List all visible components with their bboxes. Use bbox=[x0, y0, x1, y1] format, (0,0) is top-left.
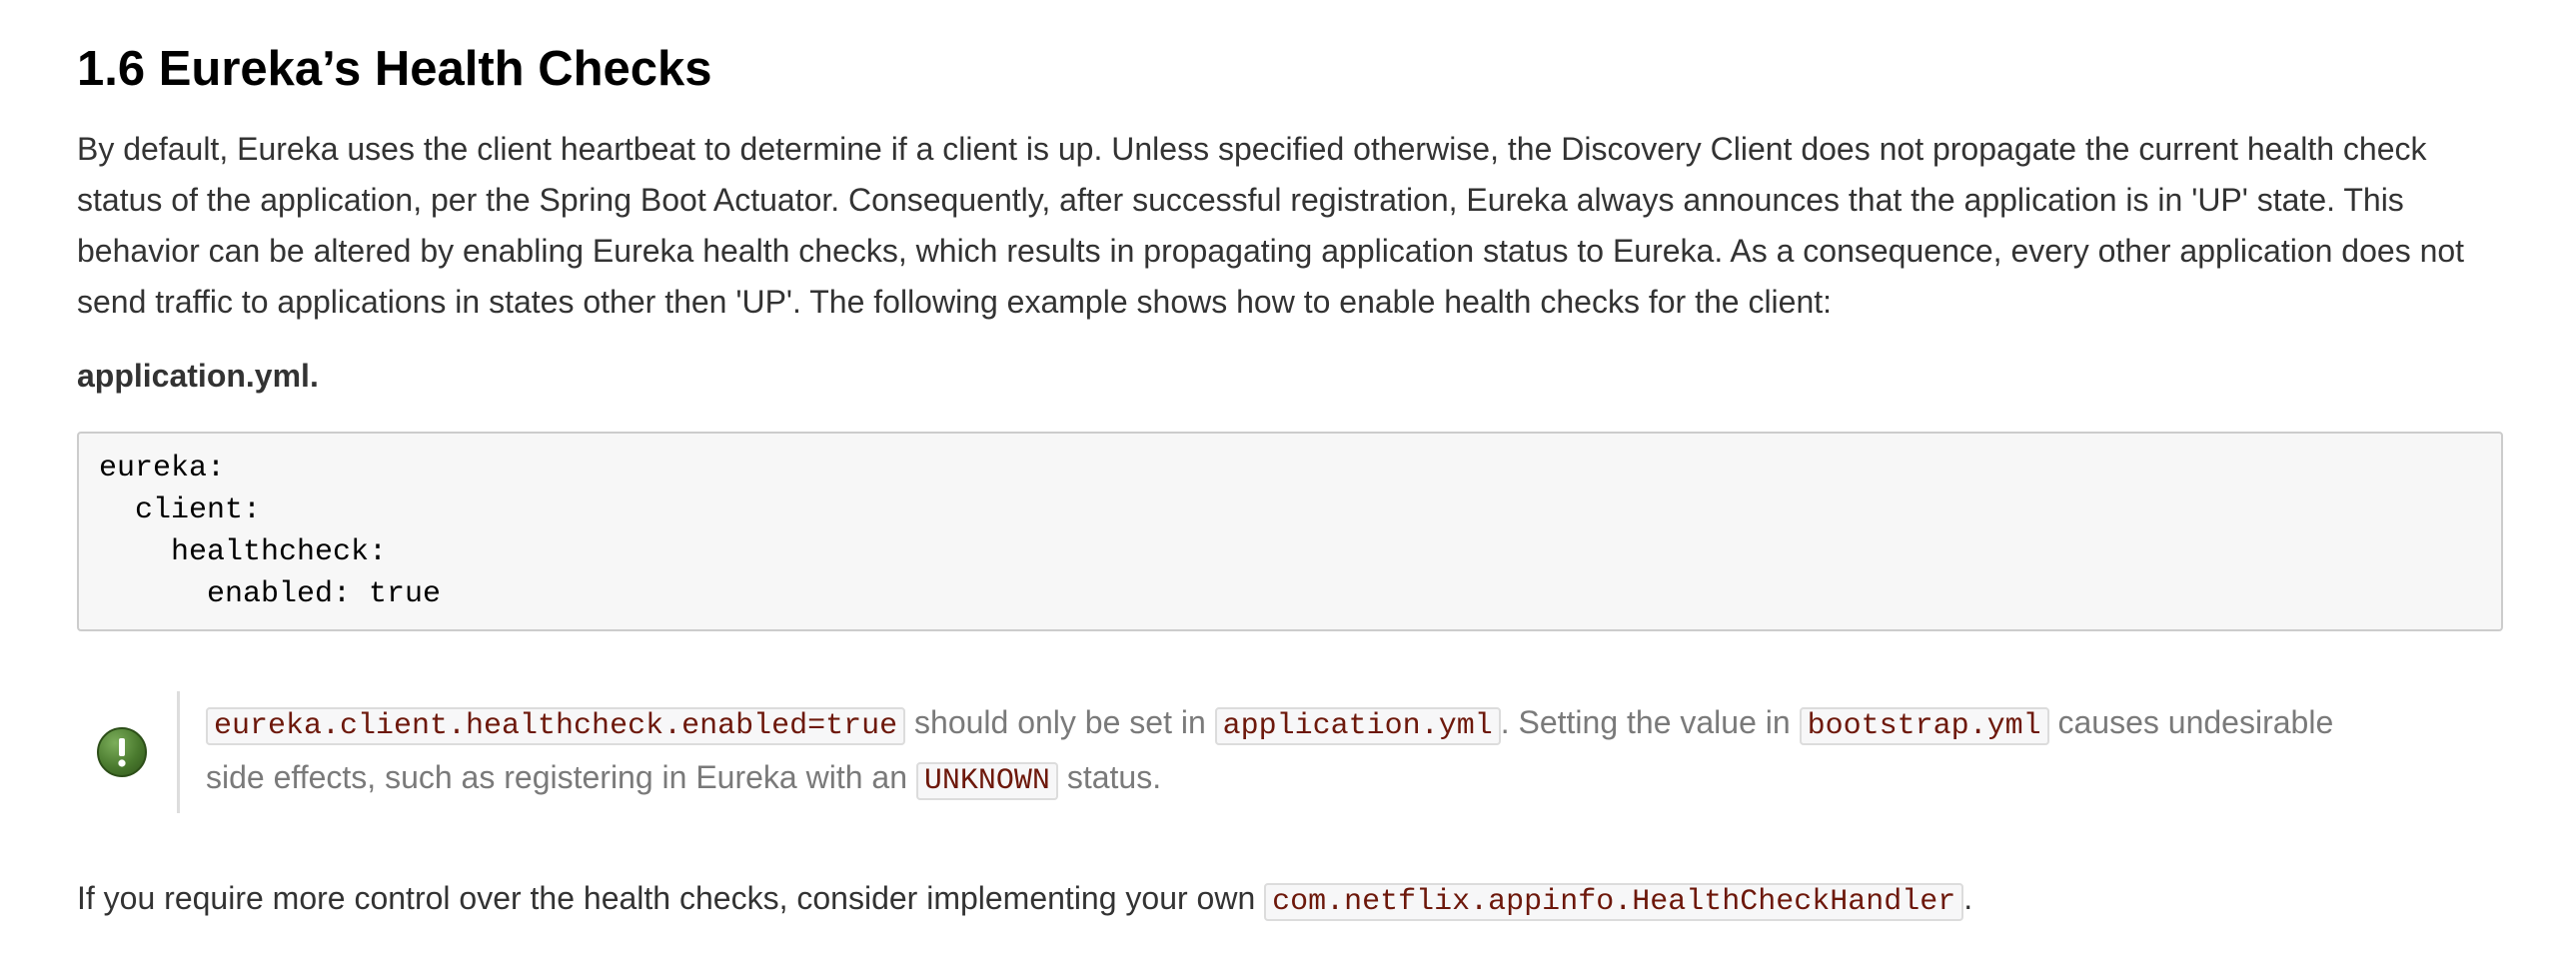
documentation-page: 1.6 Eureka’s Health Checks By default, E… bbox=[0, 0, 2505, 928]
inline-code-health-check-handler: com.netflix.appinfo.HealthCheckHandler bbox=[1264, 883, 1964, 921]
admonition-text: should only be set in bbox=[905, 704, 1215, 740]
section-title: 1.6 Eureka’s Health Checks bbox=[77, 42, 712, 96]
inline-code-property: eureka.client.healthcheck.enabled=true bbox=[206, 707, 906, 745]
outro-paragraph: If you require more control over the hea… bbox=[77, 873, 2505, 928]
outro-text: . bbox=[1963, 880, 1973, 916]
code-line: client: bbox=[99, 493, 262, 527]
code-line: enabled: true bbox=[99, 577, 442, 611]
exclamation-icon bbox=[97, 727, 147, 777]
code-line: healthcheck: bbox=[99, 535, 388, 569]
admonition-text: . Setting the value in bbox=[1500, 704, 1800, 740]
important-admonition: eureka.client.healthcheck.enabled=true s… bbox=[77, 691, 2505, 813]
code-block: eureka: client: healthcheck: enabled: tr… bbox=[77, 432, 2503, 631]
admonition-content: eureka.client.healthcheck.enabled=true s… bbox=[180, 691, 2384, 813]
intro-paragraph: By default, Eureka uses the client heart… bbox=[77, 131, 2465, 320]
inline-code-application-yml: application.yml bbox=[1214, 707, 1501, 745]
inline-code-bootstrap-yml: bootstrap.yml bbox=[1799, 707, 2049, 745]
listing-title: application.yml. bbox=[77, 358, 319, 394]
outro-text: If you require more control over the hea… bbox=[77, 880, 1265, 916]
admonition-icon-cell bbox=[77, 691, 180, 813]
inline-code-unknown: UNKNOWN bbox=[915, 762, 1058, 800]
code-line: eureka: bbox=[99, 452, 226, 485]
admonition-text: status. bbox=[1057, 759, 1162, 795]
